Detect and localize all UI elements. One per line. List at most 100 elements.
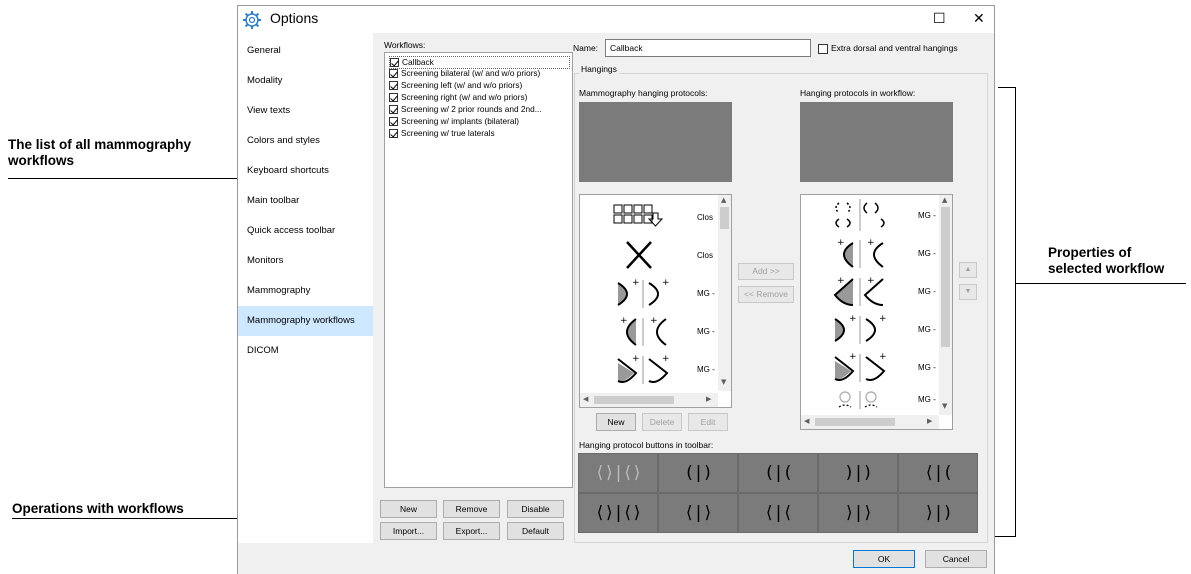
sidebar-item-label: Main toolbar	[247, 195, 300, 206]
svg-text:+: +	[867, 276, 875, 286]
sidebar-item-dicom[interactable]: DICOM	[238, 336, 373, 366]
protocols-in-workflow-label: Hanging protocols in workflow:	[800, 88, 916, 98]
protocol-button-glyph: ⟨|(	[924, 463, 953, 483]
sidebar-item-view-texts[interactable]: View texts	[238, 96, 373, 126]
toolbar-protocol-button[interactable]: ⟨⟩|⟨⟩	[578, 493, 658, 533]
close-icon[interactable]: ✕	[973, 11, 985, 27]
svg-text:+: +	[632, 354, 640, 364]
checkbox[interactable]	[389, 117, 398, 126]
list-item-text: Clos	[697, 213, 714, 222]
toolbar-protocol-button[interactable]: ⟩|⟩	[818, 493, 898, 533]
scroll-right-icon[interactable]: ▶	[706, 395, 711, 403]
list-item[interactable]: Clos	[580, 199, 731, 237]
toolbar-protocol-button[interactable]: (|)	[658, 453, 738, 493]
list-item-text: MG -	[918, 395, 936, 404]
list-item[interactable]: + + MG -	[801, 273, 952, 311]
toolbar-protocol-button[interactable]: ⟨⟩|⟨⟩	[578, 453, 658, 493]
scroll-thumb[interactable]	[720, 207, 729, 229]
list-item[interactable]: MG -	[801, 387, 952, 411]
edit-protocol-button[interactable]: Edit	[688, 413, 728, 431]
cancel-button[interactable]: Cancel	[925, 550, 987, 568]
sidebar-item-modality[interactable]: Modality	[238, 66, 373, 96]
sidebar-item-main-toolbar[interactable]: Main toolbar	[238, 186, 373, 216]
sidebar-item-label: DICOM	[247, 345, 279, 356]
new-workflow-button[interactable]: New	[380, 500, 437, 518]
list-item[interactable]: + + MG -	[801, 349, 952, 387]
delete-protocol-button[interactable]: Delete	[642, 413, 682, 431]
list-item[interactable]: + + MG -	[801, 311, 952, 349]
horizontal-scrollbar[interactable]: ◀ ▶	[801, 415, 939, 429]
svg-text:+: +	[837, 238, 845, 248]
workflows-list[interactable]: Callback Screening bilateral (w/ and w/o…	[384, 52, 573, 488]
list-item[interactable]: Clos	[580, 237, 731, 275]
ok-button[interactable]: OK	[853, 550, 915, 568]
toolbar-protocol-button[interactable]: ⟨|(	[898, 453, 978, 493]
toolbar-protocol-button[interactable]: ⟨|⟩	[658, 493, 738, 533]
scroll-up-icon[interactable]: ▲	[721, 196, 726, 204]
remove-workflow-button[interactable]: Remove	[443, 500, 500, 518]
add-protocol-button[interactable]: Add >>	[738, 263, 794, 280]
scroll-right-icon[interactable]: ▶	[927, 417, 932, 425]
breast-cc-icon: + +	[617, 278, 670, 308]
remove-protocol-button[interactable]: << Remove	[738, 286, 794, 303]
options-sidebar: General Modality View texts Colors and s…	[238, 33, 373, 543]
breast-cc-icon: + +	[834, 314, 887, 344]
sidebar-item-general[interactable]: General	[238, 36, 373, 66]
name-field[interactable]: Callback	[605, 39, 811, 57]
vertical-scrollbar[interactable]: ▲ ▼	[718, 195, 731, 391]
checkbox[interactable]	[389, 105, 398, 114]
checkbox[interactable]	[389, 93, 398, 102]
scroll-up-icon[interactable]: ▲	[942, 196, 947, 204]
move-up-button[interactable]: ▲	[959, 262, 977, 278]
workflow-label: Screening left (w/ and w/o priors)	[401, 80, 523, 90]
list-item-text: MG -	[697, 365, 715, 374]
import-workflow-button[interactable]: Import...	[380, 522, 437, 540]
scroll-down-icon[interactable]: ▼	[942, 402, 947, 410]
list-item[interactable]: + + MG -	[580, 351, 731, 389]
breast-lm-icon: + +	[833, 276, 884, 306]
default-workflow-button[interactable]: Default	[507, 522, 564, 540]
sidebar-item-monitors[interactable]: Monitors	[238, 246, 373, 276]
scroll-thumb[interactable]	[594, 396, 674, 404]
list-item[interactable]: MG -	[801, 197, 952, 235]
extra-hangings-label: Extra dorsal and ventral hangings	[831, 43, 958, 53]
sidebar-item-keyboard[interactable]: Keyboard shortcuts	[238, 156, 373, 186]
sidebar-item-mammography-workflows[interactable]: Mammography workflows	[238, 306, 373, 336]
sidebar-item-colors[interactable]: Colors and styles	[238, 126, 373, 156]
scroll-left-icon[interactable]: ◀	[804, 417, 809, 425]
scroll-thumb[interactable]	[815, 418, 895, 426]
toolbar-protocol-button[interactable]: ⟨|⟨	[738, 493, 818, 533]
scroll-left-icon[interactable]: ◀	[583, 395, 588, 403]
horizontal-scrollbar[interactable]: ◀ ▶	[580, 393, 718, 407]
move-down-button[interactable]: ▼	[959, 284, 977, 300]
maximize-icon[interactable]: ☐	[933, 11, 946, 27]
checkbox[interactable]	[389, 81, 398, 90]
checkbox[interactable]	[389, 129, 398, 138]
toolbar-protocol-button[interactable]: )|)	[818, 453, 898, 493]
properties-bracket	[998, 87, 1016, 537]
workflow-protocols-list[interactable]: MG - + + MG - + + MG - + + MG - + + MG -…	[800, 194, 953, 430]
protocol-button-glyph: ⟩|)	[924, 503, 953, 523]
checkbox[interactable]	[389, 69, 398, 78]
new-protocol-button[interactable]: New	[596, 413, 636, 431]
sidebar-item-quick-access[interactable]: Quick access toolbar	[238, 216, 373, 246]
export-workflow-button[interactable]: Export...	[443, 522, 500, 540]
protocol-button-glyph: (|(	[764, 463, 793, 483]
sidebar-item-mammography[interactable]: Mammography	[238, 276, 373, 306]
scroll-down-icon[interactable]: ▼	[721, 378, 726, 386]
scroll-thumb[interactable]	[941, 207, 950, 347]
list-item[interactable]: + + MG -	[580, 275, 731, 313]
toolbar-buttons-grid: ⟨⟩|⟨⟩ (|) (|( )|) ⟨|( ⟨⟩|⟨⟩ ⟨|⟩ ⟨|⟨ ⟩|⟩ …	[578, 453, 978, 533]
checkbox[interactable]	[390, 58, 399, 67]
list-item-text: MG -	[918, 249, 936, 258]
workflow-protocol-preview	[800, 102, 953, 182]
toolbar-protocol-button[interactable]: (|(	[738, 453, 818, 493]
list-item[interactable]: + + MG -	[580, 313, 731, 351]
toolbar-protocol-button[interactable]: ⟩|)	[898, 493, 978, 533]
mammo-protocols-list[interactable]: Clos Clos + + MG - + + MG - + + MG - ▲ ▼…	[579, 194, 732, 408]
vertical-scrollbar[interactable]: ▲ ▼	[939, 195, 952, 415]
sidebar-item-label: Mammography	[247, 285, 311, 296]
extra-hangings-checkbox[interactable]	[818, 44, 828, 54]
disable-workflow-button[interactable]: Disable	[507, 500, 564, 518]
list-item[interactable]: + + MG -	[801, 235, 952, 273]
